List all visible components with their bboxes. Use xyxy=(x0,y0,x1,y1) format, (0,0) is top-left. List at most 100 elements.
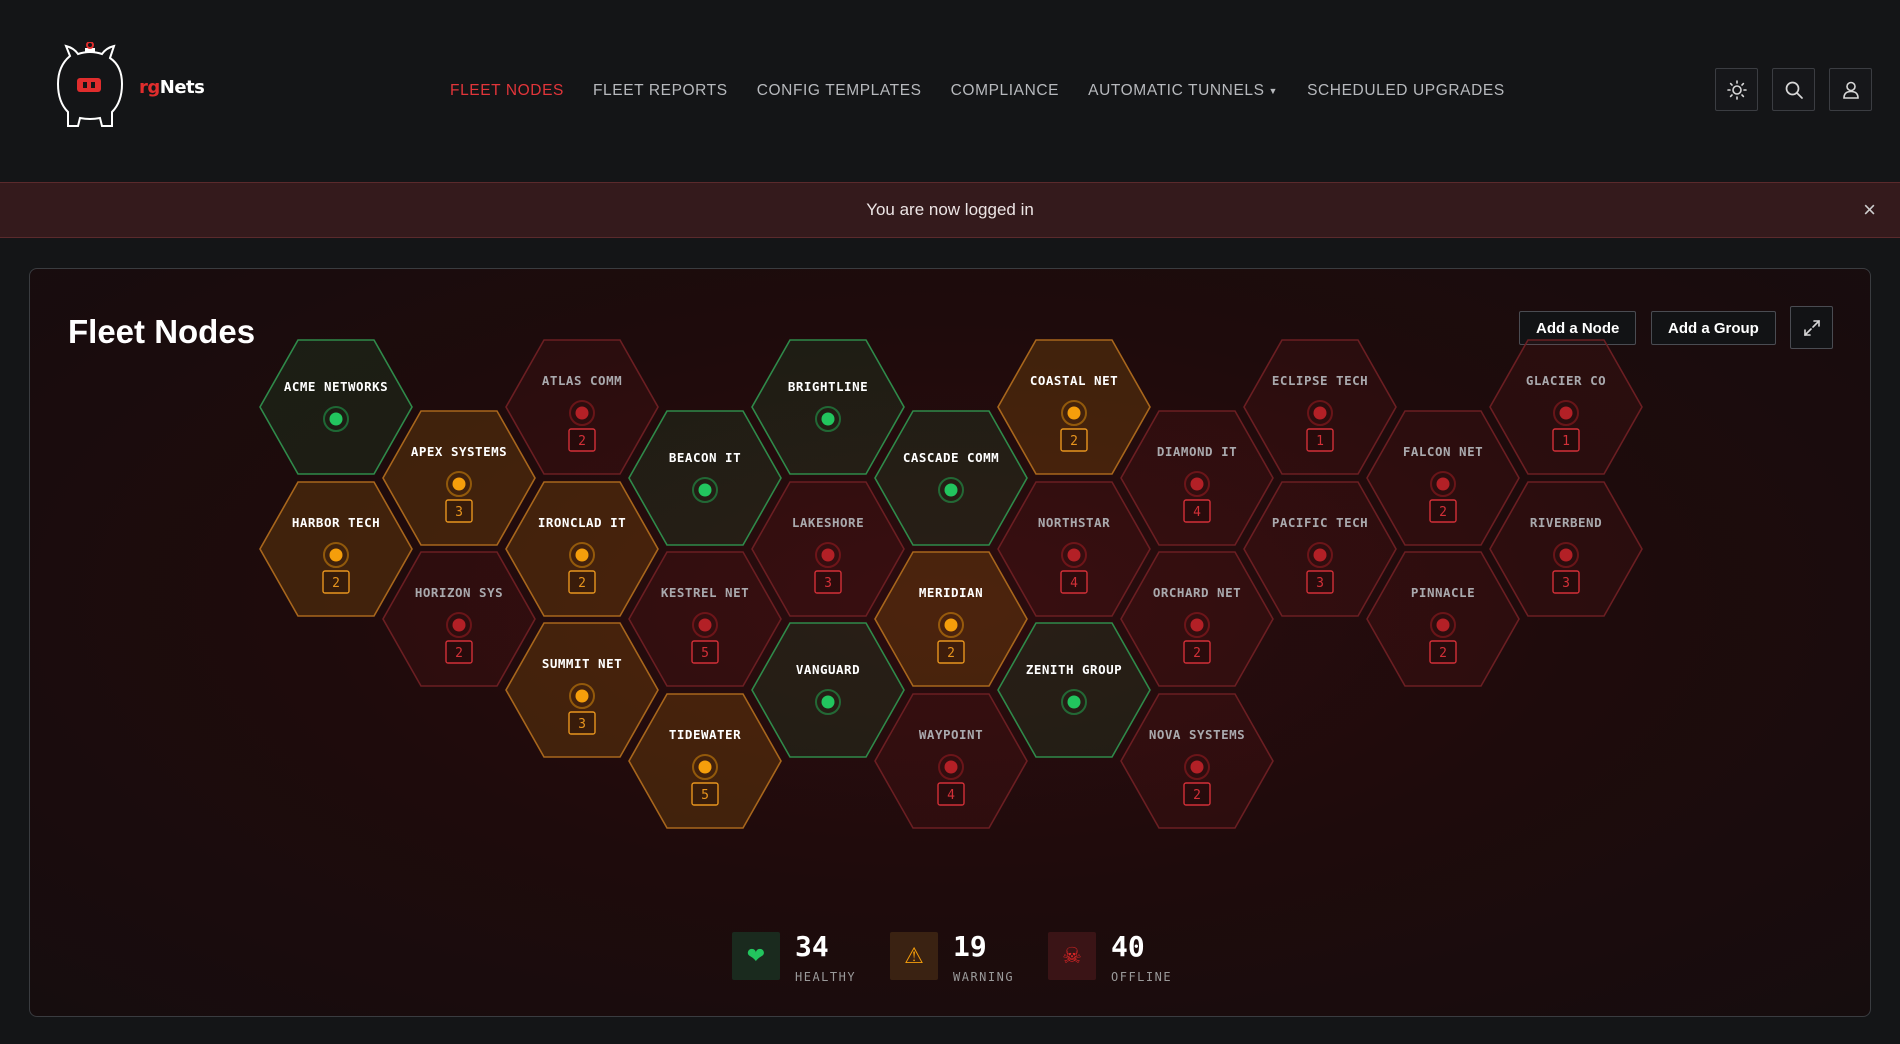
user-menu-button[interactable] xyxy=(1829,68,1872,111)
alert-count: 3 xyxy=(1562,576,1570,591)
node-name: PACIFIC TECH xyxy=(1272,515,1368,530)
close-icon[interactable]: × xyxy=(1863,197,1876,223)
fleet-nodes-card: Fleet Nodes Add a Node Add a Group ACME … xyxy=(29,268,1871,1017)
stat-warning-value: 19 xyxy=(953,930,987,963)
nav-compliance[interactable]: COMPLIANCE xyxy=(951,82,1060,100)
node-name: ACME NETWORKS xyxy=(284,379,388,394)
alert-count: 2 xyxy=(1439,646,1447,661)
search-button[interactable] xyxy=(1772,68,1815,111)
node-hex-acme-networks[interactable]: ACME NETWORKS xyxy=(259,339,413,475)
stat-offline-value: 40 xyxy=(1111,930,1145,963)
node-hex-brightline[interactable]: BRIGHTLINE xyxy=(751,339,905,475)
node-name: DIAMOND IT xyxy=(1157,444,1237,459)
node-hex-nova-systems[interactable]: NOVA SYSTEMS 2 xyxy=(1120,693,1274,829)
node-name: COASTAL NET xyxy=(1030,373,1118,388)
node-hex-eclipse-tech[interactable]: ECLIPSE TECH 1 xyxy=(1243,339,1397,475)
status-dot xyxy=(944,618,958,632)
node-hex-summit-net[interactable]: SUMMIT NET 3 xyxy=(505,622,659,758)
node-hex-riverbend[interactable]: RIVERBEND 3 xyxy=(1489,481,1643,617)
status-dot xyxy=(575,548,589,562)
node-name: IRONCLAD IT xyxy=(538,515,626,530)
status-dot xyxy=(1436,477,1450,491)
sun-icon xyxy=(1726,79,1747,100)
theme-toggle-button[interactable] xyxy=(1715,68,1758,111)
node-hex-coastal-net[interactable]: COASTAL NET 2 xyxy=(997,339,1151,475)
status-dot xyxy=(1067,548,1081,562)
status-dot xyxy=(1067,695,1081,709)
alert-count: 4 xyxy=(947,788,955,803)
status-dot xyxy=(698,618,712,632)
node-name: APEX SYSTEMS xyxy=(411,444,507,459)
alert-count: 4 xyxy=(1193,505,1201,520)
node-name: ECLIPSE TECH xyxy=(1272,373,1368,388)
nav-config-templates[interactable]: CONFIG TEMPLATES xyxy=(757,82,922,100)
node-name: KESTREL NET xyxy=(661,585,749,600)
node-hex-pinnacle[interactable]: PINNACLE 2 xyxy=(1366,551,1520,687)
alert-count: 3 xyxy=(455,505,463,520)
node-hex-ironclad-it[interactable]: IRONCLAD IT 2 xyxy=(505,481,659,617)
brand-prefix: rg xyxy=(139,77,160,98)
node-hex-pacific-tech[interactable]: PACIFIC TECH 3 xyxy=(1243,481,1397,617)
node-hex-vanguard[interactable]: VANGUARD xyxy=(751,622,905,758)
node-name: TIDEWATER xyxy=(669,727,741,742)
node-hex-glacier-co[interactable]: GLACIER CO 1 xyxy=(1489,339,1643,475)
node-hex-lakeshore[interactable]: LAKESHORE 3 xyxy=(751,481,905,617)
top-header: rgNets FLEET NODES FLEET REPORTS CONFIG … xyxy=(0,0,1900,182)
alert-count: 2 xyxy=(455,646,463,661)
status-dot xyxy=(1436,618,1450,632)
node-name: ORCHARD NET xyxy=(1153,585,1241,600)
node-hex-waypoint[interactable]: WAYPOINT 4 xyxy=(874,693,1028,829)
brand-wordmark: rgNets xyxy=(139,77,205,98)
node-name: ATLAS COMM xyxy=(542,373,622,388)
status-dot xyxy=(1067,406,1081,420)
status-dot xyxy=(698,483,712,497)
node-hex-atlas-comm[interactable]: ATLAS COMM 2 xyxy=(505,339,659,475)
node-hex-tidewater[interactable]: TIDEWATER 5 xyxy=(628,693,782,829)
node-hex-kestrel-net[interactable]: KESTREL NET 5 xyxy=(628,551,782,687)
nav-scheduled-upgrades[interactable]: SCHEDULED UPGRADES xyxy=(1307,82,1505,100)
node-name: PINNACLE xyxy=(1411,585,1475,600)
node-hex-apex-systems[interactable]: APEX SYSTEMS 3 xyxy=(382,410,536,546)
chevron-down-icon: ▼ xyxy=(1268,86,1279,96)
node-hex-diamond-it[interactable]: DIAMOND IT 4 xyxy=(1120,410,1274,546)
status-dot xyxy=(944,483,958,497)
search-icon xyxy=(1785,81,1803,99)
node-name: SUMMIT NET xyxy=(542,656,622,671)
alert-count: 3 xyxy=(1316,576,1324,591)
node-hex-falcon-net[interactable]: FALCON NET 2 xyxy=(1366,410,1520,546)
status-dot xyxy=(452,618,466,632)
node-hex-beacon-it[interactable]: BEACON IT xyxy=(628,410,782,546)
node-name: NORTHSTAR xyxy=(1038,515,1110,530)
status-dot xyxy=(1190,760,1204,774)
status-dot xyxy=(821,548,835,562)
node-hex-meridian[interactable]: MERIDIAN 2 xyxy=(874,551,1028,687)
status-dot xyxy=(821,412,835,426)
node-hex-orchard-net[interactable]: ORCHARD NET 2 xyxy=(1120,551,1274,687)
status-dot xyxy=(821,695,835,709)
status-dot xyxy=(1559,548,1573,562)
alert-count: 3 xyxy=(824,576,832,591)
warning-icon: ⚠ xyxy=(890,932,938,980)
node-name: HORIZON SYS xyxy=(415,585,503,600)
status-dot xyxy=(698,760,712,774)
node-name: VANGUARD xyxy=(796,662,860,677)
node-name: CASCADE COMM xyxy=(903,450,999,465)
status-dot xyxy=(1190,477,1204,491)
node-hex-northstar[interactable]: NORTHSTAR 4 xyxy=(997,481,1151,617)
nav-fleet-reports[interactable]: FLEET REPORTS xyxy=(593,82,728,100)
node-hex-zenith-group[interactable]: ZENITH GROUP xyxy=(997,622,1151,758)
node-hex-harbor-tech[interactable]: HARBOR TECH 2 xyxy=(259,481,413,617)
node-hex-cascade-comm[interactable]: CASCADE COMM xyxy=(874,410,1028,546)
node-name: WAYPOINT xyxy=(919,727,983,742)
status-dot xyxy=(1559,406,1573,420)
alert-count: 5 xyxy=(701,646,709,661)
alert-count: 2 xyxy=(1070,434,1078,449)
node-hex-horizon-sys[interactable]: HORIZON SYS 2 xyxy=(382,551,536,687)
nav-fleet-nodes[interactable]: FLEET NODES xyxy=(450,82,564,100)
status-dot xyxy=(1313,406,1327,420)
node-name: NOVA SYSTEMS xyxy=(1149,727,1245,742)
piggy-logo-icon[interactable] xyxy=(48,42,132,132)
nav-automatic-tunnels[interactable]: AUTOMATIC TUNNELS ▼ xyxy=(1088,82,1278,100)
alert-count: 5 xyxy=(701,788,709,803)
alert-count: 2 xyxy=(947,646,955,661)
